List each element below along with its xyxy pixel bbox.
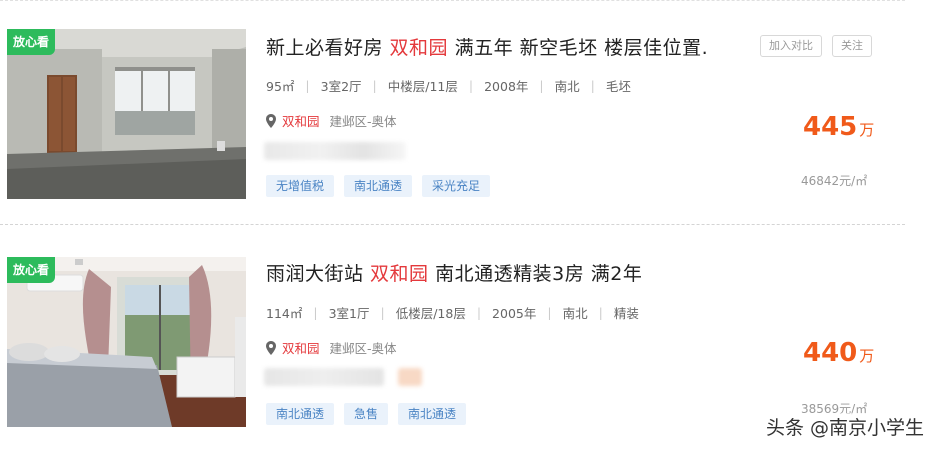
attr-orientation: 南北 — [562, 306, 588, 321]
listing-tags: 无增值税 南北通透 采光充足 — [266, 175, 491, 197]
title-text-rest: 南北通透精装3房 满2年 — [428, 263, 643, 285]
title-text: 雨润大街站 — [266, 263, 371, 285]
attr-floor: 低楼层/18层 — [395, 306, 466, 321]
listing-tags: 南北通透 急售 南北通透 — [266, 403, 467, 425]
listing-card[interactable]: 放心看 新上必看好房 双和园 满五年 新空毛坯 楼层佳位置. 加入对比 关注 9… — [0, 0, 942, 225]
trusted-badge: 放心看 — [7, 29, 56, 55]
attr-year: 2008年 — [484, 79, 529, 94]
unit-price: 46842元/㎡ — [801, 174, 868, 188]
total-price: 440 万 — [803, 338, 874, 368]
attr-year: 2005年 — [492, 306, 537, 321]
location-pin-icon — [266, 340, 276, 355]
redacted-badge — [398, 368, 422, 386]
price-value: 440 — [803, 338, 858, 368]
listing-photo[interactable]: 放心看 — [7, 29, 246, 199]
price-value: 445 — [803, 112, 858, 142]
title-text-rest: 满五年 新空毛坯 楼层佳位置. — [448, 37, 709, 59]
attr-decoration: 毛坯 — [605, 79, 631, 94]
listing-title[interactable]: 新上必看好房 双和园 满五年 新空毛坯 楼层佳位置. — [266, 33, 708, 60]
trusted-badge: 放心看 — [7, 257, 56, 283]
price-unit: 万 — [859, 347, 875, 365]
tag: 采光充足 — [422, 175, 491, 197]
title-community: 双和园 — [370, 263, 429, 285]
title-community: 双和园 — [389, 37, 449, 59]
redacted-text — [264, 368, 384, 386]
title-text: 新上必看好房 — [266, 37, 390, 59]
listing-attributes: 114㎡ | 3室1厅 | 低楼层/18层 | 2005年 | 南北 | 精装 — [266, 305, 639, 321]
listing-location: 双和园 建邺区-奥体 — [266, 111, 397, 130]
attr-floor: 中楼层/11层 — [387, 79, 458, 94]
total-price: 445 万 — [803, 112, 874, 142]
attr-area: 95㎡ — [266, 79, 295, 94]
tag: 无增值税 — [266, 175, 335, 197]
community-link[interactable]: 双和园 — [282, 338, 320, 357]
listing-attributes: 95㎡ | 3室2厅 | 中楼层/11层 | 2008年 | 南北 | 毛坯 — [266, 78, 631, 94]
attr-layout: 3室1厅 — [328, 306, 370, 321]
source-watermark: 头条 @南京小学生 — [761, 413, 928, 440]
compare-button[interactable]: 加入对比 — [760, 35, 822, 57]
attr-area: 114㎡ — [266, 306, 303, 321]
district-link[interactable]: 建邺区-奥体 — [330, 111, 397, 130]
attr-layout: 3室2厅 — [320, 79, 362, 94]
redacted-text — [264, 142, 406, 160]
tag: 南北通透 — [266, 403, 335, 425]
tag: 南北通透 — [344, 175, 413, 197]
community-link[interactable]: 双和园 — [282, 111, 320, 130]
tag: 急售 — [344, 403, 389, 425]
location-pin-icon — [266, 113, 276, 128]
attr-decoration: 精装 — [613, 306, 639, 321]
follow-button[interactable]: 关注 — [832, 35, 872, 57]
tag: 南北通透 — [398, 403, 467, 425]
price-unit: 万 — [859, 121, 875, 139]
attr-orientation: 南北 — [554, 79, 580, 94]
district-link[interactable]: 建邺区-奥体 — [330, 338, 397, 357]
listing-title[interactable]: 雨润大街站 双和园 南北通透精装3房 满2年 — [266, 259, 642, 286]
listing-photo[interactable]: 放心看 — [7, 257, 246, 427]
listing-actions: 加入对比 关注 — [760, 35, 872, 57]
listing-location: 双和园 建邺区-奥体 — [266, 338, 397, 357]
